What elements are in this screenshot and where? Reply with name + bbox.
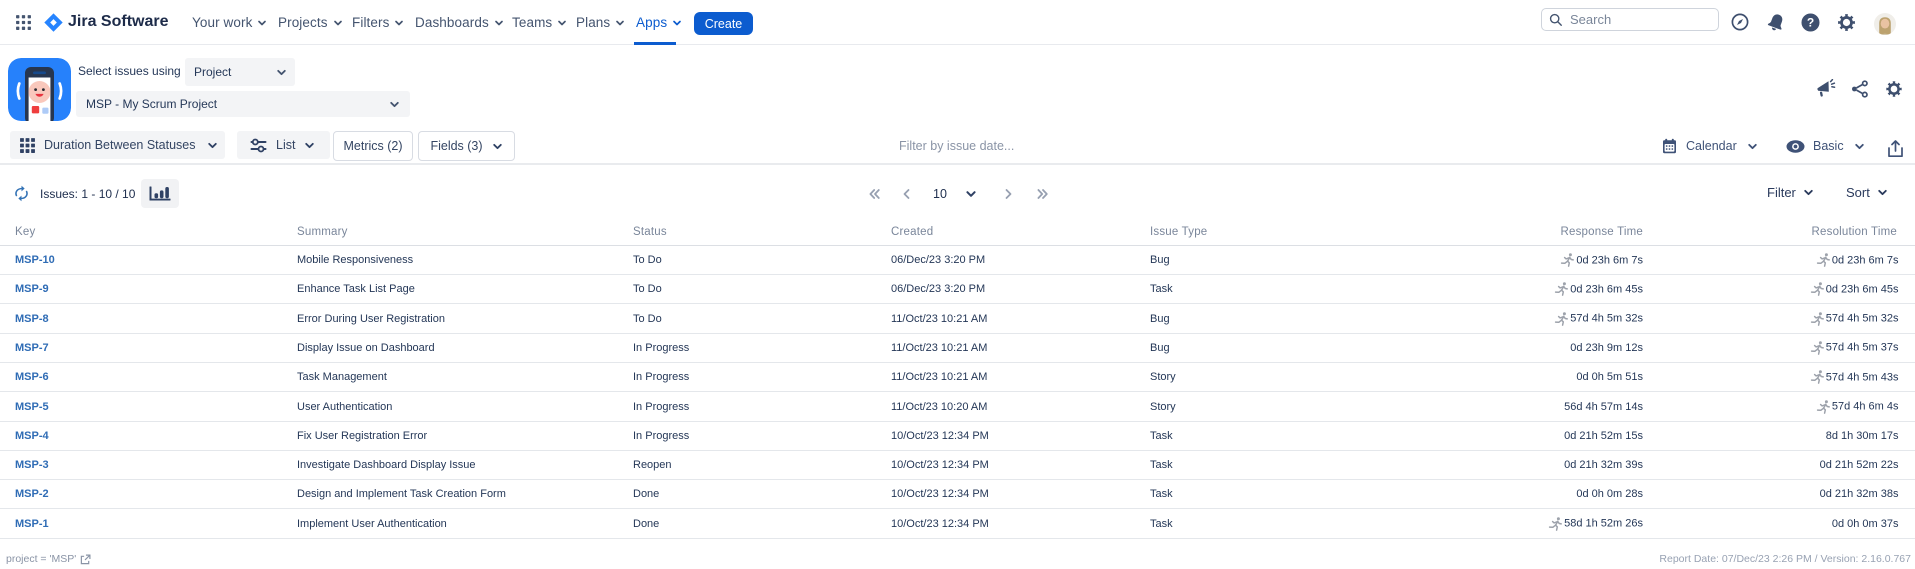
svg-text:?: ? [1807, 16, 1814, 30]
